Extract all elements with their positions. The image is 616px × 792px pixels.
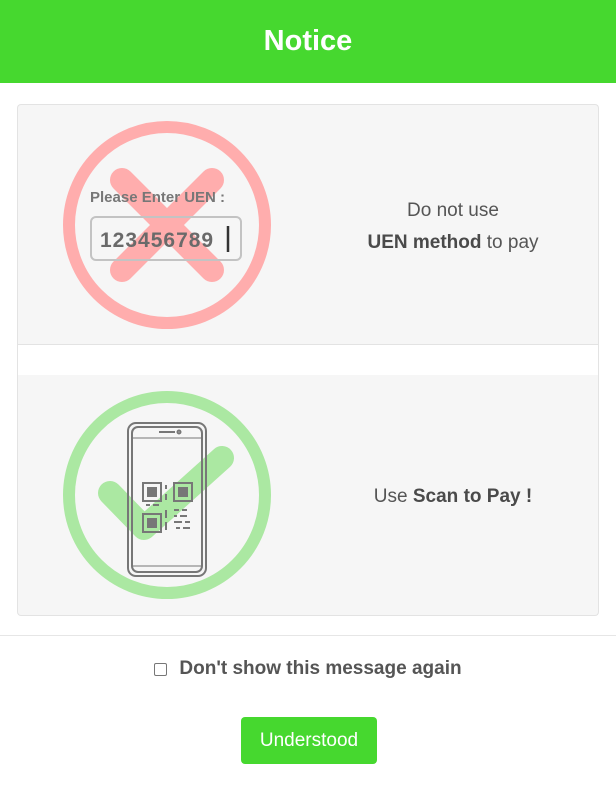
scan-to-pay-emphasis: Scan to Pay ! — [412, 486, 533, 507]
uen-forbidden-illustration: Please Enter UEN : 123456789 — [63, 121, 271, 329]
uen-warning-line1: Do not use — [407, 200, 499, 221]
uen-warning-line2-rest: to pay — [481, 232, 539, 253]
uen-warning-card: Please Enter UEN : 123456789 Do not use … — [17, 104, 599, 345]
card-separator — [17, 344, 599, 376]
uen-field-value: 123456789 — [100, 229, 214, 252]
uen-field-label: Please Enter UEN : — [90, 189, 225, 206]
uen-method-emphasis: UEN method — [367, 232, 482, 253]
footer-divider — [0, 635, 616, 636]
scan-to-pay-message: Use Scan to Pay ! — [318, 481, 588, 513]
understood-button[interactable]: Understood — [241, 717, 377, 764]
scan-to-pay-card: Use Scan to Pay ! — [17, 375, 599, 616]
dont-show-again-label[interactable]: Don't show this message again — [179, 658, 461, 680]
scan-to-pay-prefix: Use — [373, 486, 413, 507]
scan-to-pay-illustration — [63, 391, 271, 599]
uen-warning-line2: UEN method to pay — [318, 227, 588, 259]
notice-header: Notice — [0, 0, 616, 83]
uen-warning-message: Do not use UEN method to pay — [318, 195, 588, 259]
page-title: Notice — [263, 25, 353, 57]
dont-show-again-checkbox[interactable] — [154, 662, 168, 676]
phone-qr-icon — [127, 422, 207, 577]
dont-show-again-row[interactable]: Don't show this message again — [0, 658, 616, 680]
